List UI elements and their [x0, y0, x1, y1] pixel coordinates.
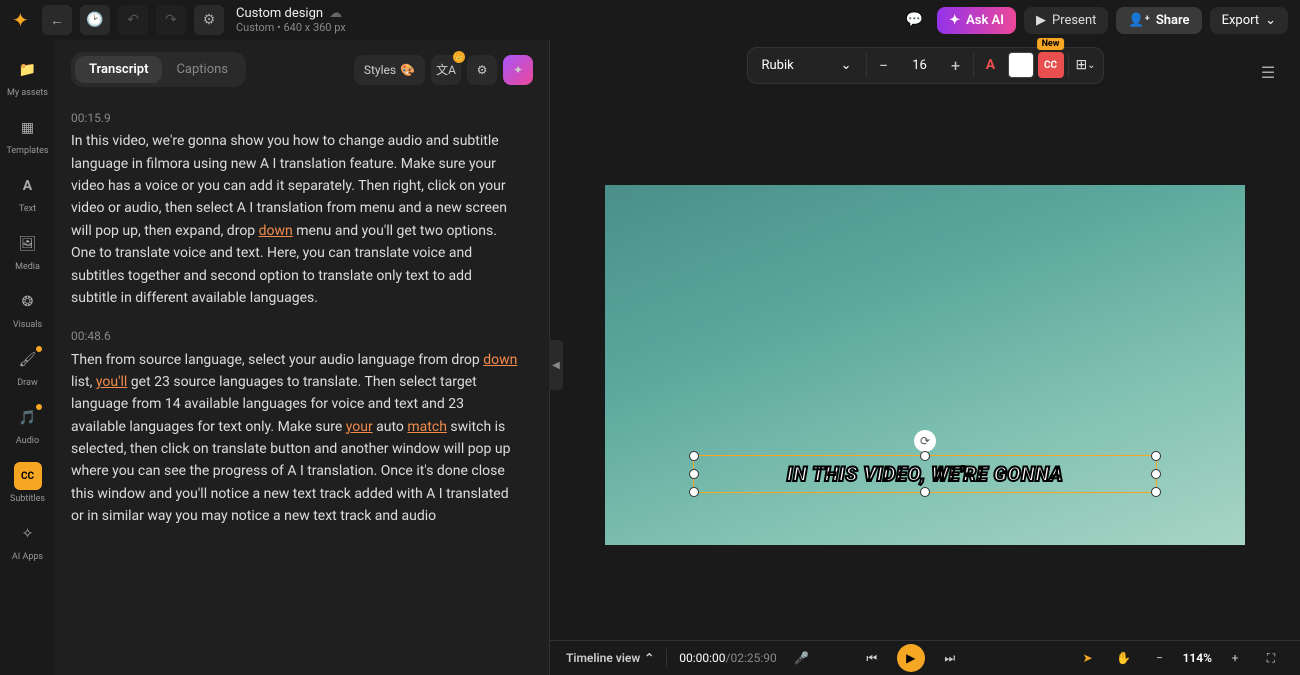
pointer-tool-button[interactable]: ➤ [1075, 645, 1101, 671]
styles-button[interactable]: Styles🎨 [354, 55, 425, 85]
handle-tr[interactable] [1151, 451, 1161, 461]
hand-tool-button[interactable]: ✋ [1111, 645, 1137, 671]
increase-size-button[interactable]: + [943, 52, 969, 78]
app-logo: ✦ [12, 9, 34, 31]
segment-text[interactable]: In this video, we're gonna show you how … [71, 130, 519, 309]
zoom-out-button[interactable]: − [1147, 645, 1173, 671]
skip-back-button[interactable]: ⏮ [859, 645, 885, 671]
new-badge: New [1037, 38, 1065, 50]
rotate-handle[interactable]: ⟳ [914, 430, 936, 452]
sidebar-item-visuals[interactable]: ❂Visuals [3, 282, 53, 336]
layers-icon: ☰ [1261, 63, 1275, 82]
time-display: 00:00:00/02:25:90 [679, 651, 777, 665]
undo-button[interactable]: ↶ [118, 5, 148, 35]
chevron-down-icon: ⌄ [1265, 13, 1276, 28]
skip-forward-button[interactable]: ⏭ [937, 645, 963, 671]
export-button[interactable]: Export ⌄ [1210, 7, 1288, 34]
timeline-view-toggle[interactable]: Timeline view ⌃ [566, 651, 654, 665]
font-select[interactable]: Rubik ⌄ [752, 52, 862, 79]
layers-button[interactable]: ☰ [1250, 54, 1286, 90]
sidebar-item-subtitles[interactable]: CCSubtitles [3, 456, 53, 510]
plus-sparkle-icon: ✧ [14, 520, 42, 548]
ask-ai-button[interactable]: ✦ Ask AI [937, 7, 1016, 34]
image-icon: 🖼 [14, 230, 42, 258]
handle-tl[interactable] [689, 451, 699, 461]
handle-bl[interactable] [689, 487, 699, 497]
chevron-up-icon: ⌃ [644, 651, 654, 665]
segment-text[interactable]: Then from source language, select your a… [71, 349, 519, 528]
share-button[interactable]: 👤⁺ Share [1116, 7, 1201, 34]
styles-icon: 🎨 [400, 63, 415, 77]
play-button[interactable]: ▶ [897, 644, 925, 672]
music-icon: 🎵 [14, 404, 42, 432]
captions-style-button[interactable]: CC [1038, 52, 1064, 78]
cc-icon: CC [14, 462, 42, 490]
present-icon: ▶ [1036, 13, 1046, 28]
translate-button[interactable]: 文A👑 [431, 55, 461, 85]
sidebar-item-audio[interactable]: 🎵Audio [3, 398, 53, 452]
sparkle-icon: ✦ [949, 13, 960, 28]
brush-icon: 🖌 [14, 346, 42, 374]
caption-selection-box[interactable]: ⟳ IN THIS VIDEO, WE'RE GONNA [693, 455, 1157, 493]
back-button[interactable]: ← [42, 5, 72, 35]
share-icon: 👤⁺ [1128, 13, 1149, 28]
tab-transcript[interactable]: Transcript [75, 56, 162, 83]
gear-icon: ⚙ [477, 63, 488, 77]
crown-badge-icon: 👑 [453, 51, 465, 63]
decrease-size-button[interactable]: − [871, 52, 897, 78]
transcript-settings-button[interactable]: ⚙ [467, 55, 497, 85]
transcript-panel: Transcript Captions Styles🎨 文A👑 ⚙ ✦ 00:1… [55, 40, 550, 675]
sidebar-item-aiapps[interactable]: ✧AI Apps [3, 514, 53, 568]
text-color-button[interactable]: A [978, 52, 1004, 78]
handle-mr[interactable] [1151, 469, 1161, 479]
background-color-button[interactable] [1008, 52, 1034, 78]
zoom-value[interactable]: 114% [1183, 651, 1212, 665]
caption-text[interactable]: IN THIS VIDEO, WE'RE GONNA [787, 462, 1064, 486]
zoom-in-button[interactable]: + [1222, 645, 1248, 671]
grid-icon: ▦ [14, 114, 42, 142]
cloud-status-icon: ☁ [329, 6, 342, 21]
settings-button[interactable]: ⚙ [194, 5, 224, 35]
text-icon: A [14, 172, 42, 200]
collapse-panel-button[interactable]: ◀ [549, 340, 563, 390]
chevron-down-icon: ⌄ [841, 58, 852, 73]
sidebar-item-text[interactable]: AText [3, 166, 53, 220]
font-size-input[interactable]: 16 [903, 58, 937, 73]
segment-timestamp[interactable]: 00:48.6 [71, 327, 519, 346]
comment-button[interactable]: 💬 [899, 5, 929, 35]
left-sidebar: 📁My assets ▦Templates AText 🖼Media ❂Visu… [0, 40, 55, 675]
folder-icon: 📁 [14, 56, 42, 84]
history-button[interactable]: 🕑 [80, 5, 110, 35]
transcript-body[interactable]: 00:15.9 In this video, we're gonna show y… [55, 99, 549, 675]
magic-button[interactable]: ✦ [503, 55, 533, 85]
design-subtitle: Custom • 640 x 360 px [236, 21, 346, 34]
alignment-button[interactable]: ⊞⌄ [1073, 52, 1099, 78]
present-button[interactable]: ▶ Present [1024, 7, 1108, 34]
segment-timestamp[interactable]: 00:15.9 [71, 109, 519, 128]
design-title[interactable]: Custom design [236, 6, 323, 21]
sidebar-item-draw[interactable]: 🖌Draw [3, 340, 53, 394]
sparkle-icon: ✦ [513, 63, 523, 77]
mic-button[interactable]: 🎤 [789, 645, 815, 671]
text-toolbar: Rubik ⌄ − 16 + A New CC ⊞⌄ [747, 47, 1104, 84]
handle-br[interactable] [1151, 487, 1161, 497]
tab-captions[interactable]: Captions [162, 56, 242, 83]
sidebar-item-media[interactable]: 🖼Media [3, 224, 53, 278]
video-canvas[interactable]: ⟳ IN THIS VIDEO, WE'RE GONNA [605, 185, 1245, 545]
fullscreen-button[interactable]: ⛶ [1258, 645, 1284, 671]
handle-tc[interactable] [920, 451, 930, 461]
translate-icon: 文A [436, 61, 456, 78]
sidebar-item-myassets[interactable]: 📁My assets [3, 50, 53, 104]
handle-bc[interactable] [920, 487, 930, 497]
visuals-icon: ❂ [14, 288, 42, 316]
redo-button[interactable]: ↷ [156, 5, 186, 35]
handle-ml[interactable] [689, 469, 699, 479]
sidebar-item-templates[interactable]: ▦Templates [3, 108, 53, 162]
